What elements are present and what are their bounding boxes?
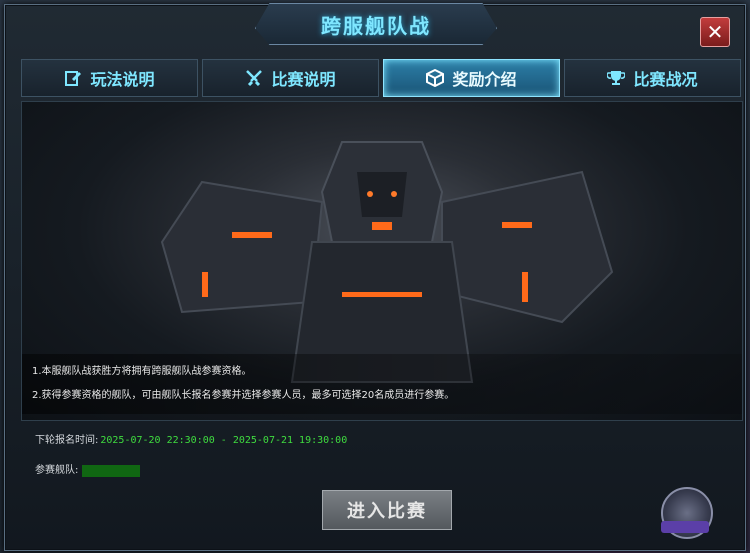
tab-label: 奖励介绍 (452, 70, 517, 89)
tab-rewards[interactable]: 奖励介绍 (383, 59, 560, 97)
team-row: 参赛舰队: (35, 456, 725, 486)
team-label: 参赛舰队: (35, 465, 79, 476)
tab-label: 比赛战况 (633, 70, 698, 89)
next-signup-row: 下轮报名时间: 2025-07-20 22:30:00 - 2025-07-21… (35, 426, 725, 456)
trophy-icon (607, 71, 626, 85)
tab-match-status[interactable]: 比赛战况 (564, 59, 741, 97)
side-event-badge (661, 521, 709, 533)
tab-gameplay-rules[interactable]: 玩法说明 (21, 59, 198, 97)
description-line: 2.获得参赛资格的舰队，可由舰队长报名参赛并选择参赛人员，最多可选择20名成员进… (32, 390, 455, 401)
cross-server-fleet-battle-panel: 跨服舰队战 ✕ 玩法说明 比赛说明 奖励介绍 比赛战况 1.本服舰队战获胜方将拥… (4, 3, 746, 551)
close-icon: ✕ (706, 20, 724, 44)
next-signup-time: 2025-07-20 22:30:00 - 2025-07-21 19:30:0… (100, 435, 348, 446)
description-line: 1.本服舰队战获胜方将拥有跨服舰队战参赛资格。 (32, 366, 252, 377)
swords-icon (246, 70, 263, 87)
signup-info: 下轮报名时间: 2025-07-20 22:30:00 - 2025-07-21… (35, 426, 725, 486)
tab-match-rules[interactable]: 比赛说明 (202, 59, 379, 97)
team-name-redacted (82, 465, 141, 477)
box-icon (426, 69, 445, 87)
title-plate: 跨服舰队战 (255, 3, 497, 45)
next-signup-label: 下轮报名时间: (35, 435, 99, 446)
close-button[interactable]: ✕ (700, 17, 730, 47)
reward-description: 1.本服舰队战获胜方将拥有跨服舰队战参赛资格。 2.获得参赛资格的舰队，可由舰队… (22, 354, 742, 414)
edit-icon (65, 71, 82, 86)
panel-title: 跨服舰队战 (321, 13, 431, 38)
tab-label: 玩法说明 (90, 70, 155, 89)
tab-bar: 玩法说明 比赛说明 奖励介绍 比赛战况 (21, 59, 741, 97)
enter-match-label: 进入比赛 (347, 501, 427, 522)
reward-banner: 1.本服舰队战获胜方将拥有跨服舰队战参赛资格。 2.获得参赛资格的舰队，可由舰队… (21, 101, 743, 421)
enter-match-button[interactable]: 进入比赛 (322, 490, 452, 530)
tab-label: 比赛说明 (271, 70, 336, 89)
